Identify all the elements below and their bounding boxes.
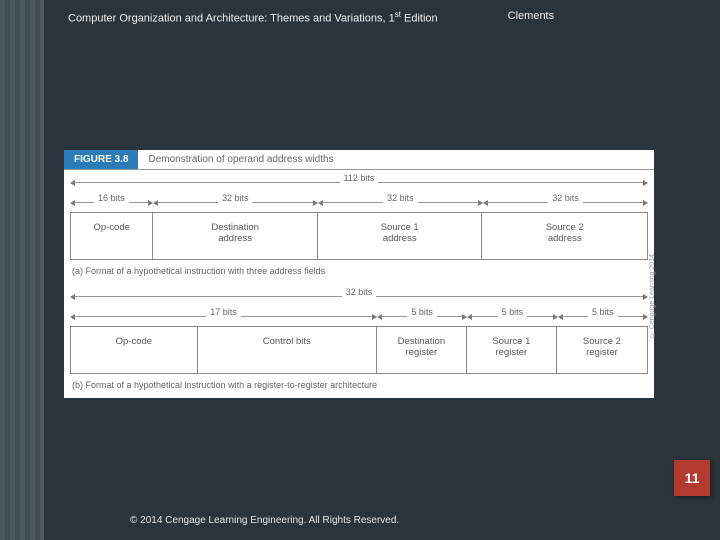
book-title: Computer Organization and Architecture: … bbox=[68, 10, 438, 25]
part-b-field-dims: 17 bits 5 bits 5 bits 5 bits bbox=[70, 308, 648, 324]
part-a-field-dims: 16 bits 32 bits 32 bits 32 bits bbox=[70, 194, 648, 210]
author-name: Clements bbox=[508, 10, 554, 25]
part-b-caption: (b) Format of a hypothetical instruction… bbox=[70, 374, 648, 392]
width-b-3: 5 bits bbox=[588, 307, 618, 317]
cell-b-opcode: Op-code bbox=[71, 327, 198, 373]
part-b-boxes: Op-code Control bits Destinationregister… bbox=[70, 326, 648, 374]
footer-copyright: © 2014 Cengage Learning Engineering. All… bbox=[130, 515, 399, 526]
cell-b-control: Control bits bbox=[198, 327, 377, 373]
figure-panel: FIGURE 3.8 Demonstration of operand addr… bbox=[64, 150, 654, 398]
part-a-caption: (a) Format of a hypothetical instruction… bbox=[70, 260, 648, 278]
width-b-1: 5 bits bbox=[407, 307, 437, 317]
part-a-boxes: Op-code Destinationaddress Source 1addre… bbox=[70, 212, 648, 260]
width-a-0: 16 bits bbox=[94, 193, 129, 203]
width-b-2: 5 bits bbox=[498, 307, 528, 317]
slide: Computer Organization and Architecture: … bbox=[0, 0, 720, 540]
width-a-1: 32 bits bbox=[218, 193, 253, 203]
part-b: 32 bits 17 bits 5 bits 5 bits 5 bits Op-… bbox=[64, 288, 654, 398]
part-a-total-label: 112 bits bbox=[340, 173, 379, 183]
figure-header: FIGURE 3.8 Demonstration of operand addr… bbox=[64, 150, 654, 170]
title-suffix: Edition bbox=[401, 13, 438, 25]
page-number-badge: 11 bbox=[674, 460, 710, 496]
cell-a-opcode: Op-code bbox=[71, 213, 153, 259]
cell-a-src1: Source 1address bbox=[318, 213, 483, 259]
cell-b-dest: Destinationregister bbox=[377, 327, 467, 373]
part-a: 112 bits 16 bits 32 bits 32 bits 32 bits… bbox=[64, 174, 654, 284]
width-a-3: 32 bits bbox=[548, 193, 583, 203]
part-a-total-dim: 112 bits bbox=[70, 174, 648, 190]
figure-side-credit: © Cengage Learning 2014 bbox=[649, 254, 656, 338]
part-b-total-dim: 32 bits bbox=[70, 288, 648, 304]
cell-a-dest: Destinationaddress bbox=[153, 213, 318, 259]
cell-a-src2: Source 2address bbox=[482, 213, 647, 259]
width-b-0: 17 bits bbox=[206, 307, 241, 317]
cell-b-src2: Source 2register bbox=[557, 327, 647, 373]
cell-b-src1: Source 1register bbox=[467, 327, 557, 373]
part-b-total-label: 32 bits bbox=[342, 287, 377, 297]
title-prefix: Computer Organization and Architecture: … bbox=[68, 13, 395, 25]
slide-header: Computer Organization and Architecture: … bbox=[68, 10, 680, 25]
figure-caption: Demonstration of operand address widths bbox=[138, 150, 343, 169]
width-a-2: 32 bits bbox=[383, 193, 418, 203]
figure-badge: FIGURE 3.8 bbox=[64, 150, 138, 169]
